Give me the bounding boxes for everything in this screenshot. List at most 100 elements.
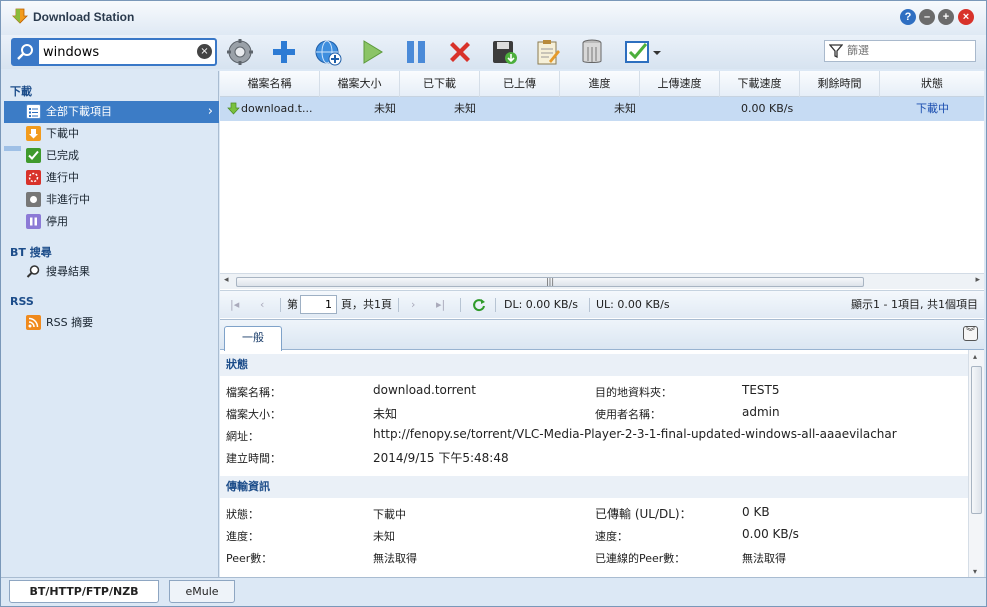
col-header-remaining[interactable]: 剩餘時間 (800, 71, 880, 97)
download-station-window: Download Station ? – + × × (0, 0, 987, 607)
scroll-left-icon[interactable]: ◂ (224, 275, 229, 285)
add-url-globe-icon[interactable] (313, 37, 343, 67)
save-disk-icon[interactable] (489, 37, 519, 67)
filesize-label: 檔案大小： (226, 408, 281, 421)
sidebar-item-label: 全部下載項目 (46, 105, 112, 118)
toolbar: × (1, 35, 986, 69)
pager-bar: |◂ ‹ 第 頁，共1頁 › ▸| DL: 0.00 KB/s UL: 0.00… (220, 290, 984, 318)
col-header-size[interactable]: 檔案大小 (320, 71, 400, 97)
divider (398, 298, 399, 312)
bottom-tab-bar: BT/HTTP/FTP/NZB eMule (1, 577, 986, 606)
destination-label: 目的地資料夾： (595, 386, 672, 399)
next-page-icon[interactable]: › (411, 291, 415, 319)
collapse-chevron-icon[interactable]: ︾ (963, 326, 978, 341)
cell-downloaded: 未知 (454, 102, 476, 115)
sidebar-item-all-downloads[interactable]: 全部下載項目 › (4, 101, 219, 123)
pause-icon[interactable] (401, 37, 431, 67)
display-summary: 顯示1 - 1項目, 共1個項目 (851, 298, 978, 311)
ul-speed-label: UL: 0.00 KB/s (596, 298, 670, 311)
cell-uploaded (480, 97, 556, 121)
inactive-stop-icon (26, 192, 41, 207)
cell-upload-speed (640, 97, 716, 121)
search-icon (13, 40, 39, 64)
scrollbar-thumb[interactable]: ||| (236, 277, 864, 287)
transferred-label: 已傳輸 (UL/DL)： (595, 507, 692, 521)
sidebar-item-inactive[interactable]: 非進行中 (4, 189, 219, 211)
created-time-label: 建立時間： (226, 452, 281, 465)
scroll-down-icon[interactable]: ▾ (973, 567, 977, 576)
cell-remaining (800, 97, 876, 121)
search-input[interactable] (43, 43, 193, 61)
cell-status: 下載中 (916, 102, 949, 115)
dl-speed-label: DL: 0.00 KB/s (504, 298, 578, 311)
connected-peers-label: 已連線的Peer數： (595, 552, 686, 565)
close-icon[interactable]: × (958, 9, 974, 25)
cell-download-speed: 0.00 KB/s (741, 102, 794, 115)
url-label: 網址： (226, 430, 259, 443)
table-row[interactable]: download.t... 未知 未知 未知 0.00 KB/s 下載中 (220, 97, 984, 121)
magnifier-icon (26, 264, 41, 279)
transfer-progress-value: 未知 (373, 530, 395, 543)
col-header-downloaded[interactable]: 已下載 (400, 71, 480, 97)
cell-progress: 未知 (614, 102, 636, 115)
vertical-scrollbar[interactable]: ▴ ▾ (968, 350, 984, 578)
horizontal-scrollbar[interactable]: ◂ ||| ▸ (220, 273, 984, 289)
minimize-icon[interactable]: – (919, 9, 935, 25)
peers-value: 無法取得 (373, 552, 417, 565)
sidebar-item-label: 進行中 (46, 171, 79, 184)
transfer-status-value: 下載中 (373, 508, 406, 521)
clear-search-icon[interactable]: × (197, 44, 212, 59)
transfer-section-header: 傳輸資訊 (220, 476, 968, 498)
sidebar-item-active[interactable]: 進行中 (4, 167, 219, 189)
divider (589, 298, 590, 312)
sidebar-item-rss-feeds[interactable]: RSS 摘要 (4, 312, 219, 334)
cell-filename: download.t... (241, 102, 313, 115)
page-number-input[interactable] (300, 295, 337, 314)
sidebar-item-label: 已完成 (46, 149, 79, 162)
transfer-status-label: 狀態： (226, 508, 259, 521)
select-checkbox-dropdown-icon[interactable] (623, 37, 663, 67)
chevron-right-icon: › (207, 104, 213, 119)
scroll-up-icon[interactable]: ▴ (973, 352, 977, 361)
tab-bt-http-ftp-nzb[interactable]: BT/HTTP/FTP/NZB (9, 580, 159, 603)
filter-box (824, 40, 976, 62)
add-plus-icon[interactable] (269, 37, 299, 67)
settings-gear-icon[interactable] (225, 37, 255, 67)
sidebar-item-label: 搜尋結果 (46, 265, 90, 278)
col-header-progress[interactable]: 進度 (560, 71, 640, 97)
trash-bin-icon[interactable] (577, 37, 607, 67)
first-page-icon[interactable]: |◂ (230, 291, 239, 319)
col-header-uploaded[interactable]: 已上傳 (480, 71, 560, 97)
sidebar-item-label: RSS 摘要 (46, 316, 94, 329)
sidebar-item-downloading[interactable]: 下載中 (4, 123, 219, 145)
filename-label: 檔案名稱： (226, 386, 281, 399)
sidebar-item-search-results[interactable]: 搜尋結果 (4, 261, 219, 283)
col-header-upload-speed[interactable]: 上傳速度 (640, 71, 720, 97)
detail-tab-strip: 一般 ︾ (220, 320, 984, 351)
tab-general[interactable]: 一般 (224, 326, 282, 351)
resume-play-icon[interactable] (357, 37, 387, 67)
col-header-download-speed[interactable]: 下載速度 (720, 71, 800, 97)
list-icon (26, 104, 41, 119)
help-icon[interactable]: ? (900, 9, 916, 25)
edit-clipboard-icon[interactable] (533, 37, 563, 67)
transferred-value: 0 KB (742, 505, 770, 519)
scroll-right-icon[interactable]: ▸ (975, 275, 980, 285)
col-header-filename[interactable]: 檔案名稱 (220, 71, 320, 97)
sidebar: 下載 全部下載項目 › 下載中 已完成 進行中 非進行中 停用 BT 搜尋 搜尋… (4, 71, 219, 577)
delete-x-icon[interactable] (445, 37, 475, 67)
filter-input[interactable] (847, 44, 967, 57)
sidebar-item-paused[interactable]: 停用 (4, 211, 219, 233)
sidebar-item-completed[interactable]: 已完成 (4, 145, 219, 167)
pause-icon (26, 214, 41, 229)
refresh-icon[interactable] (472, 298, 486, 312)
col-header-status[interactable]: 狀態 (880, 71, 984, 97)
download-arrow-icon (26, 126, 41, 141)
last-page-icon[interactable]: ▸| (436, 291, 445, 319)
connected-peers-value: 無法取得 (742, 552, 786, 565)
prev-page-icon[interactable]: ‹ (260, 291, 264, 319)
main-panel: 檔案名稱 檔案大小 已下載 已上傳 進度 上傳速度 下載速度 剩餘時間 狀態 d… (220, 71, 984, 578)
tab-emule[interactable]: eMule (169, 580, 235, 603)
scrollbar-thumb[interactable] (971, 366, 982, 514)
maximize-icon[interactable]: + (938, 9, 954, 25)
